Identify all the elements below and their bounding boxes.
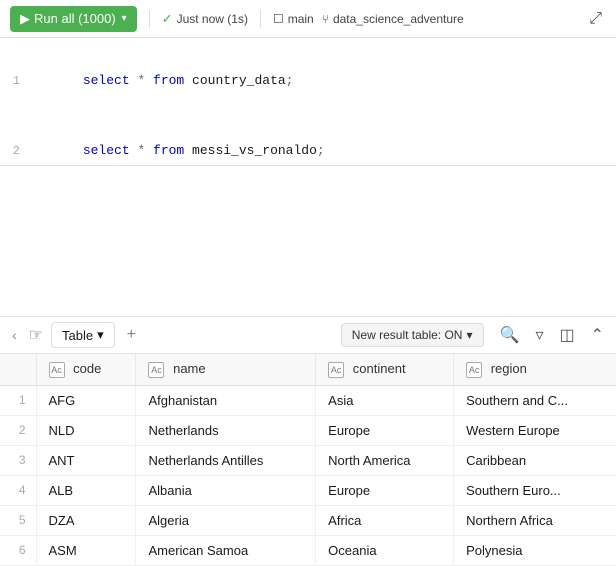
result-chevron-icon: ▾ [466,328,472,342]
branch-name: data_science_adventure [333,12,464,26]
cell-code: ANT [36,445,136,475]
search-icon[interactable]: 🔍 [496,321,524,349]
row-number: 5 [0,505,36,535]
filter-icon[interactable]: ▿ [531,321,547,349]
cell-name: Albania [136,475,316,505]
chevron-up-icon[interactable]: ⌃ [587,321,608,349]
cell-code: AFG [36,385,136,415]
col-header-name[interactable]: Ac name [136,354,316,385]
cell-name: Netherlands Antilles [136,445,316,475]
cell-continent: Europe [316,415,454,445]
cell-continent: North America [316,445,454,475]
check-icon: ✓ [162,11,173,27]
table-row[interactable]: 3 ANT Netherlands Antilles North America… [0,445,616,475]
col-label: region [491,361,527,376]
col-header-code[interactable]: Ac code [36,354,136,385]
row-number: 2 [0,415,36,445]
line-number: 2 [0,140,36,162]
cell-region: Caribbean [454,445,616,475]
expand-icon[interactable]: ⤢ [585,6,606,32]
cell-region: Polynesia [454,535,616,565]
run-chevron-icon: ▾ [122,13,127,24]
data-table-container: Ac code Ac name Ac continent Ac region 1 [0,354,616,566]
cell-region: Northern Africa [454,505,616,535]
table-tab-chevron: ▾ [97,327,104,343]
cell-code: NLD [36,415,136,445]
cell-continent: Asia [316,385,454,415]
branch-item[interactable]: ⑂ data_science_adventure [322,12,464,26]
cell-name: Afghanistan [136,385,316,415]
table-header-row: Ac code Ac name Ac continent Ac region [0,354,616,385]
status-text: Just now (1s) [177,12,248,26]
cell-continent: Oceania [316,535,454,565]
toolbar-separator [149,10,150,28]
nav-left-icon[interactable]: ‹ [8,323,21,347]
code-editor[interactable]: 1 select * from country_data; 2 select *… [0,38,616,166]
table-tab[interactable]: Table ▾ [51,322,115,348]
code-line-2: 2 select * from messi_vs_ronaldo; [0,116,616,166]
cell-name: Algeria [136,505,316,535]
file-item[interactable]: ☐ main [273,12,314,26]
empty-editor-area[interactable] [0,166,616,316]
table-toolbar-icons: 🔍 ▿ ◫ ⌃ [496,321,608,349]
col-header-continent[interactable]: Ac continent [316,354,454,385]
file-icon: ☐ [273,12,284,26]
row-number: 6 [0,535,36,565]
cell-code: DZA [36,505,136,535]
col-type-icon: Ac [148,362,164,378]
row-number: 3 [0,445,36,475]
row-number: 4 [0,475,36,505]
col-type-icon: Ac [328,362,344,378]
code-line-1: 1 select * from country_data; [0,46,616,116]
table-row[interactable]: 5 DZA Algeria Africa Northern Africa [0,505,616,535]
result-table: Ac code Ac name Ac continent Ac region 1 [0,354,616,566]
run-label: Run all (1000) [34,11,116,26]
cell-continent: Europe [316,475,454,505]
cursor-hand-icon[interactable]: ☞ [25,321,47,349]
table-row[interactable]: 1 AFG Afghanistan Asia Southern and C... [0,385,616,415]
play-icon: ▶ [20,11,30,27]
col-type-icon: Ac [49,362,65,378]
row-number: 1 [0,385,36,415]
cell-region: Southern Euro... [454,475,616,505]
code-content: select * from country_data; [36,48,293,114]
col-label: continent [353,361,406,376]
toolbar-right: ⤢ [585,6,606,32]
col-header-region[interactable]: Ac region [454,354,616,385]
cell-region: Southern and C... [454,385,616,415]
cell-continent: Africa [316,505,454,535]
result-label: New result table: ON [352,328,463,342]
top-toolbar: ▶ Run all (1000) ▾ ✓ Just now (1s) ☐ mai… [0,0,616,38]
col-label: code [73,361,101,376]
line-number: 1 [0,70,36,92]
col-type-icon: Ac [466,362,482,378]
file-name: main [288,12,314,26]
cell-code: ALB [36,475,136,505]
cell-region: Western Europe [454,415,616,445]
table-tab-label: Table [62,328,93,343]
toolbar-separator-2 [260,10,261,28]
bottom-tabbar: ‹ ☞ Table ▾ + New result table: ON ▾ 🔍 ▿… [0,316,616,354]
table-row[interactable]: 4 ALB Albania Europe Southern Euro... [0,475,616,505]
result-table-toggle[interactable]: New result table: ON ▾ [341,323,484,347]
cell-name: American Samoa [136,535,316,565]
cell-code: ASM [36,535,136,565]
col-label: name [173,361,206,376]
add-tab-button[interactable]: + [119,322,144,348]
table-row[interactable]: 6 ASM American Samoa Oceania Polynesia [0,535,616,565]
cell-name: Netherlands [136,415,316,445]
code-content: select * from messi_vs_ronaldo; [36,118,325,166]
row-num-header [0,354,36,385]
layout-icon[interactable]: ◫ [555,321,578,349]
branch-icon: ⑂ [322,12,329,26]
status-item: ✓ Just now (1s) [162,11,248,27]
run-all-button[interactable]: ▶ Run all (1000) ▾ [10,6,137,32]
table-row[interactable]: 2 NLD Netherlands Europe Western Europe [0,415,616,445]
